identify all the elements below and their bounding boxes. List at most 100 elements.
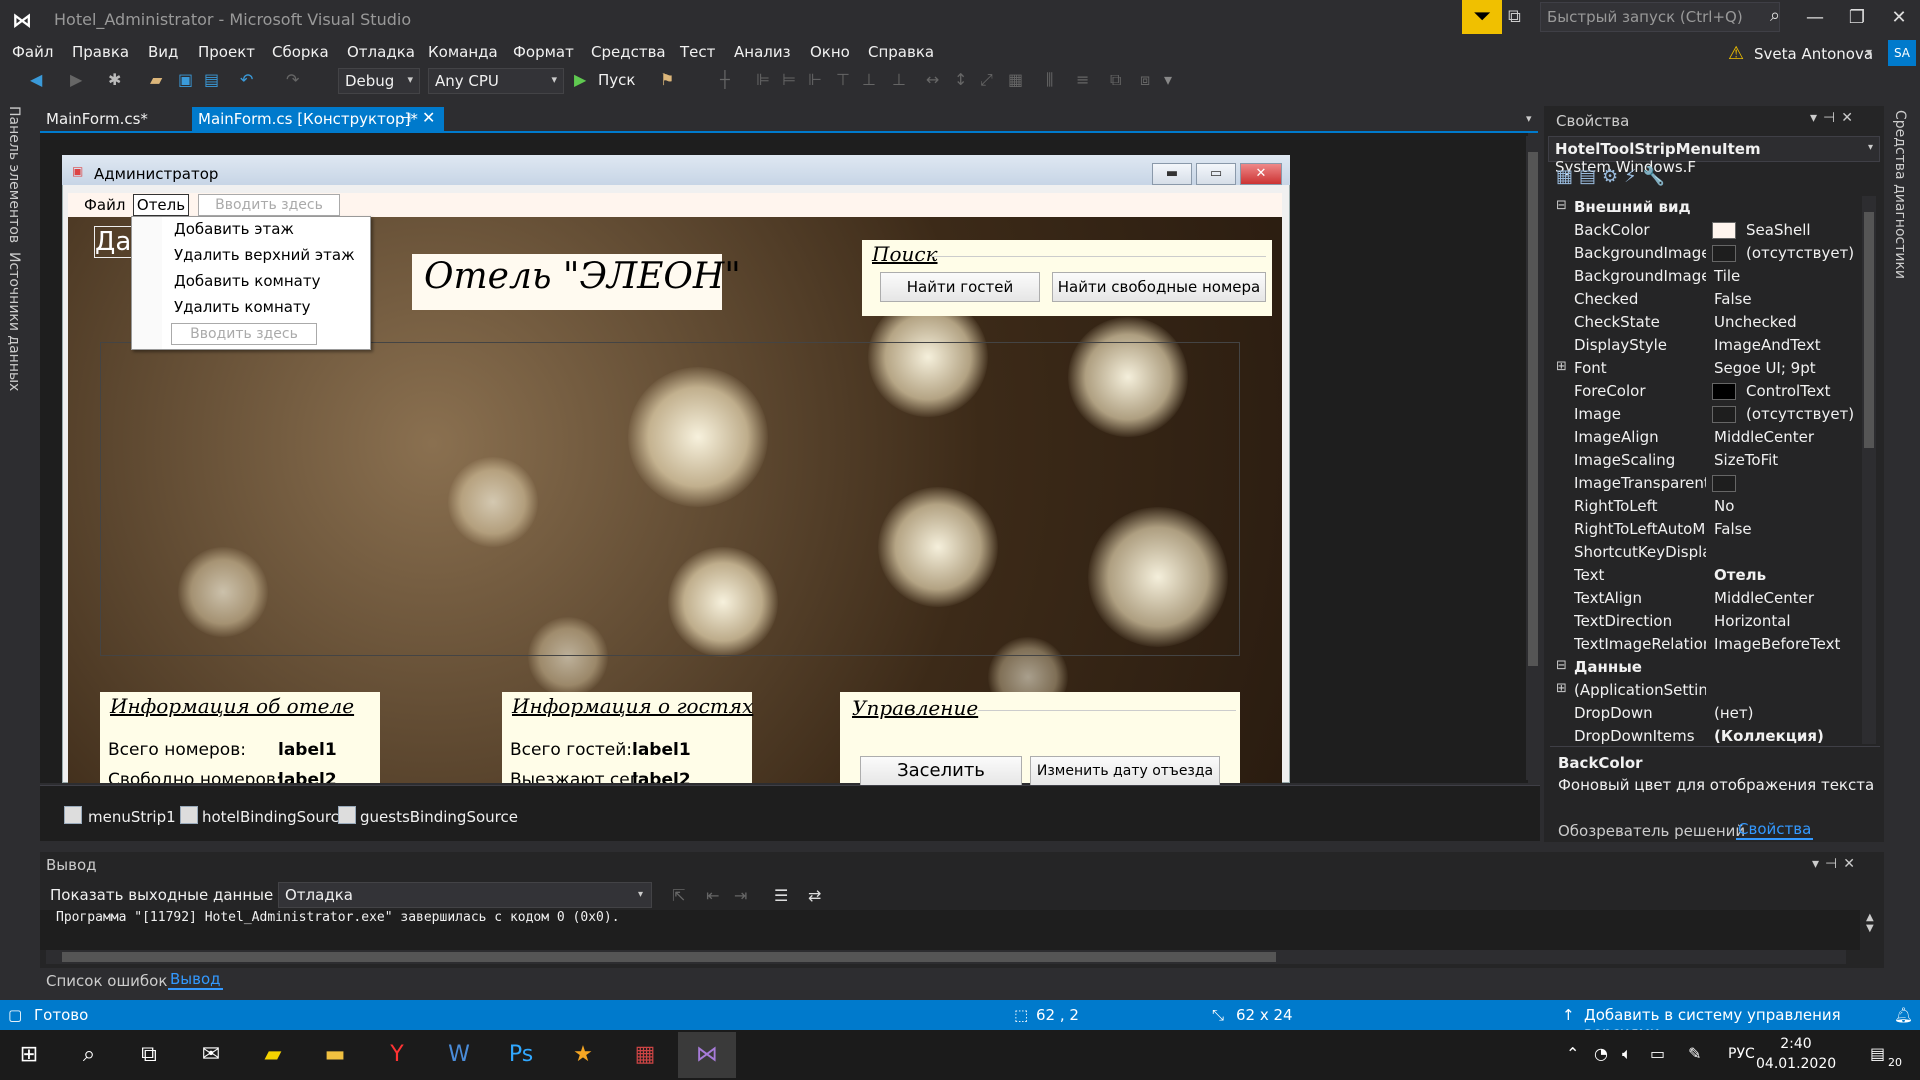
properties-object-selector[interactable]: HotelToolStripMenuItem System.Windows.F ▾	[1548, 136, 1880, 176]
bring-front-icon[interactable]: ⧉	[1110, 70, 1121, 90]
same-size-icon[interactable]: ⤢	[980, 70, 993, 90]
form-title-bar[interactable]	[62, 155, 1290, 185]
property-row[interactable]: Image (отсутствует)	[1550, 403, 1860, 426]
size-to-grid-icon[interactable]: ▦	[1008, 70, 1023, 89]
input-language[interactable]: РУС	[1728, 1046, 1755, 1062]
expand-icon[interactable]: ⊞	[1556, 359, 1567, 374]
align-top-icon[interactable]: ⊤	[836, 70, 850, 89]
menu-file[interactable]: Файл	[12, 43, 53, 61]
output-source-select[interactable]: Отладка ▾	[278, 882, 652, 908]
live-share-icon[interactable]: ⧉	[1508, 6, 1521, 27]
menu-edit[interactable]: Правка	[72, 43, 129, 61]
menu-format[interactable]: Формат	[513, 43, 574, 61]
go-to-location-icon[interactable]: ⇱	[672, 886, 685, 905]
property-value[interactable]: (Коллекция)	[1714, 727, 1824, 745]
property-value[interactable]: Отель	[1714, 566, 1766, 584]
start-icon[interactable]: ⊞	[0, 1032, 58, 1078]
redo-icon[interactable]: ↷	[286, 70, 299, 89]
property-row[interactable]: DropDownItems (Коллекция)	[1550, 725, 1860, 748]
tab-list-chevron-icon[interactable]: ▾	[1526, 112, 1532, 125]
expand-icon[interactable]: ⊞	[1556, 681, 1567, 696]
property-value[interactable]: Tile	[1714, 267, 1740, 285]
chevron-down-icon[interactable]: ▾	[1866, 45, 1872, 59]
property-row[interactable]: ImageAlign MiddleCenter	[1550, 426, 1860, 449]
align-middle-icon[interactable]: ⊥	[862, 70, 876, 89]
new-project-icon[interactable]: ✱	[108, 70, 121, 89]
property-row[interactable]: ShortcutKeyDisplayS	[1550, 541, 1860, 564]
task-view-icon[interactable]: ⧉	[120, 1032, 178, 1078]
tab-error-list[interactable]: Список ошибок	[46, 972, 167, 990]
same-width-icon[interactable]: ↔	[926, 70, 939, 89]
open-folder-icon[interactable]: ▰	[150, 70, 162, 89]
date-label[interactable]: Да	[94, 226, 134, 258]
properties-scroll-thumb[interactable]	[1864, 212, 1874, 448]
yandex-browser-icon[interactable]: Y	[368, 1032, 426, 1078]
property-row[interactable]: TextImageRelation ImageBeforeText	[1550, 633, 1860, 656]
run-button[interactable]: Пуск	[598, 71, 635, 89]
tab-output[interactable]: Вывод	[168, 970, 223, 990]
feedback-filter-icon[interactable]: ⏷	[1462, 0, 1502, 34]
property-category[interactable]: ⊟ Данные	[1550, 656, 1860, 679]
warning-icon[interactable]: ⚠	[1728, 43, 1744, 64]
toolbox-tab[interactable]: Панель элементов	[6, 106, 22, 243]
minimize-button[interactable]: —	[1794, 4, 1836, 32]
form-close-button[interactable]: ✕	[1240, 163, 1282, 185]
property-value[interactable]: MiddleCenter	[1714, 589, 1814, 607]
photoshop-icon[interactable]: Ps	[492, 1032, 550, 1078]
config-select[interactable]: Debug ▾	[338, 68, 420, 94]
property-row[interactable]: RightToLeftAutoMirr False	[1550, 518, 1860, 541]
expand-icon[interactable]: ⊟	[1556, 658, 1567, 673]
mail-icon[interactable]: ✉	[182, 1032, 240, 1078]
property-value[interactable]: ImageBeforeText	[1714, 635, 1840, 653]
avatar[interactable]: SA	[1888, 40, 1916, 66]
property-row[interactable]: DropDown (нет)	[1550, 702, 1860, 725]
picture-box[interactable]	[100, 342, 1240, 656]
property-row[interactable]: DisplayStyle ImageAndText	[1550, 334, 1860, 357]
search-icon[interactable]: ⌕	[1770, 5, 1780, 26]
align-right-icon[interactable]: ⊩	[808, 70, 822, 89]
property-value[interactable]: (отсутствует)	[1746, 244, 1854, 262]
property-row[interactable]: ImageTransparentCo	[1550, 472, 1860, 495]
undo-icon[interactable]: ↶	[240, 70, 253, 89]
property-row[interactable]: BackColor SeaShell	[1550, 219, 1860, 242]
word-icon[interactable]: W	[430, 1032, 488, 1078]
tab-properties[interactable]: Свойства	[1736, 820, 1814, 840]
property-row[interactable]: ⊞ Font Segoe UI; 9pt	[1550, 357, 1860, 380]
form-menu-hotel[interactable]: Отель	[133, 194, 189, 216]
horizontal-spacing-icon[interactable]: ⫼	[1046, 70, 1053, 90]
toolbar-overflow-icon[interactable]: ▾	[1164, 70, 1172, 89]
property-row[interactable]: RightToLeft No	[1550, 495, 1860, 518]
tray-menustrip[interactable]: menuStrip1	[88, 808, 176, 826]
winrar-icon[interactable]: ▦	[616, 1032, 674, 1078]
battery-icon[interactable]: ▭	[1650, 1044, 1665, 1063]
property-row[interactable]: Checked False	[1550, 288, 1860, 311]
menu-window[interactable]: Окно	[810, 43, 850, 61]
tray-guests-binding-source[interactable]: guestsBindingSource	[360, 808, 518, 826]
output-scroll-arrows[interactable]: ▲ ▼	[1866, 912, 1874, 934]
property-row[interactable]: TextAlign MiddleCenter	[1550, 587, 1860, 610]
close-button[interactable]: ✕	[1878, 4, 1920, 32]
menu-analyze[interactable]: Анализ	[734, 43, 791, 61]
property-value[interactable]: No	[1714, 497, 1734, 515]
tab-mainform-code[interactable]: MainForm.cs*	[40, 108, 190, 132]
expand-icon[interactable]: ⊟	[1556, 198, 1567, 213]
forward-icon[interactable]: ▶	[70, 70, 82, 89]
menu-debug[interactable]: Отладка	[347, 43, 415, 61]
property-row[interactable]: ⊞ (ApplicationSettings	[1550, 679, 1860, 702]
menu-project[interactable]: Проект	[198, 43, 255, 61]
change-departure-button[interactable]: Изменить дату отъезда	[1030, 756, 1220, 786]
user-name[interactable]: Sveta Antonova	[1754, 45, 1873, 63]
property-category[interactable]: ⊟ Внешний вид	[1550, 196, 1860, 219]
form-maximize-button[interactable]: ▭	[1196, 163, 1236, 185]
close-icon[interactable]: ✕	[422, 108, 435, 127]
align-center-icon[interactable]: ⊨	[782, 70, 796, 89]
property-row[interactable]: CheckState Unchecked	[1550, 311, 1860, 334]
designer-scroll-thumb[interactable]	[1528, 152, 1538, 666]
property-value[interactable]: (нет)	[1714, 704, 1753, 722]
data-sources-tab[interactable]: Источники данных	[6, 252, 22, 391]
chevron-up-icon[interactable]: ⌃	[1566, 1044, 1579, 1063]
menu-remove-room[interactable]: Удалить комнату	[174, 298, 311, 316]
property-row[interactable]: ImageScaling SizeToFit	[1550, 449, 1860, 472]
panel-controls[interactable]: ▾⊣✕	[1810, 110, 1859, 126]
clear-all-icon[interactable]: ☰	[774, 886, 788, 905]
